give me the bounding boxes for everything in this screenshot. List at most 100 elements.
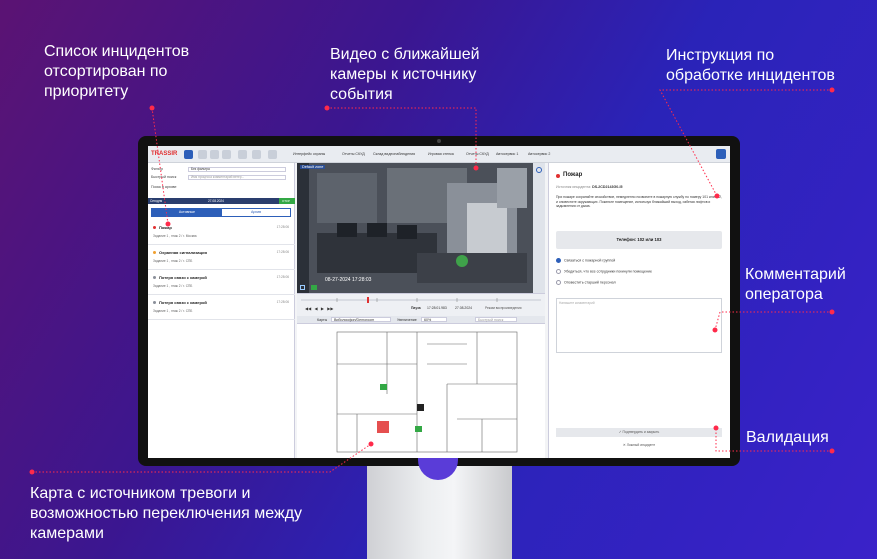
floor-plan-map[interactable] (297, 324, 545, 458)
video-timestamp: 08-27-2024 17:28:03 (325, 277, 372, 283)
tab-4[interactable]: Отчеты СКУД (466, 152, 489, 156)
radio-icon[interactable] (556, 258, 561, 263)
severity-dot (153, 301, 156, 304)
camera-marker-2[interactable] (415, 426, 422, 432)
alarm-source-marker[interactable] (377, 421, 389, 433)
leader-dot-incidents (149, 105, 155, 111)
incident-item-time: 17:28:06 (276, 275, 289, 279)
leader-dot-instructions (829, 87, 835, 93)
callout-incidents-sorted: Список инцидентов отсортирован по приори… (44, 43, 190, 100)
incident-item-time: 17:28:06 (276, 250, 289, 254)
tab-5[interactable]: Автосервис 1 (496, 152, 518, 156)
comment-textarea[interactable]: Напишите комментарий (556, 298, 722, 353)
date-label: Сегодня (150, 199, 163, 203)
toolbar-button-6[interactable] (268, 150, 277, 159)
tab-3[interactable]: Игровая стенка (428, 152, 454, 156)
checklist-item-1[interactable]: Убедиться, что все сотрудники покинули п… (556, 269, 652, 274)
incident-item-title: Охранная сигнализация (159, 250, 207, 255)
incident-severity-dot (556, 174, 560, 178)
tab-0[interactable]: Интерфейс охраны (293, 152, 325, 156)
timeline-mode: Режим воспроизведения (485, 306, 522, 310)
incident-item-location: Задание 1 , этаж 2 / г. СПБ (153, 309, 193, 313)
video-zone-label: Default zone (300, 165, 326, 169)
toolbar-button-2[interactable] (210, 150, 219, 159)
zoom-icon[interactable] (536, 167, 542, 173)
map-toolbar: Карты Вибилиофон/Demoroom Увеличение 60%… (297, 316, 545, 324)
incident-item-location: Задание 1 , этаж 2 / г. СПБ (153, 284, 193, 288)
playback-timeline[interactable]: ◀◀ ◀ ▶ ▶▶ Пауза 17:28:01.983 27.08.2024 … (297, 293, 545, 316)
incident-tabs: Активные Архив (151, 208, 291, 217)
confirm-close-button[interactable]: ✓ Подтвердить и закрыть (556, 428, 722, 437)
checklist-item-0[interactable]: Связаться с пожарной группой (556, 258, 615, 263)
leader-dot-video (324, 105, 330, 111)
checklist-item-2[interactable]: Оповестить старший персонал (556, 280, 616, 285)
callout-video-nearest: Видео с ближайшей камеры к источнику соб… (330, 46, 480, 103)
incident-item-title: Потеря связи с камерой (159, 300, 207, 305)
date-value: 27.08.2024 (208, 199, 224, 203)
camera-marker-3[interactable] (417, 404, 424, 411)
callout-map-source: Карта с источником тревоги и возможность… (30, 485, 303, 542)
toolbar-button-5[interactable] (252, 150, 261, 159)
video-right-toolbar (533, 163, 545, 293)
timeline-ticks (301, 297, 541, 303)
playback-controls[interactable]: ◀◀ ◀ ▶ ▶▶ (305, 306, 333, 311)
leader-dot-comment (829, 309, 835, 315)
toolbar-button-3[interactable] (222, 150, 231, 159)
timeline-date: 27.08.2024 (455, 306, 472, 310)
video-scene (309, 163, 533, 293)
quick-search-label: Быстрый поиск (151, 175, 177, 179)
incident-item-title: Пожар (159, 225, 172, 230)
false-incident-button[interactable]: ✕ Ложный инцидент (556, 441, 722, 450)
quick-search-input[interactable]: Имя процесса комментарий ветер... (188, 175, 286, 180)
incident-item-location: Задание 1 , этаж 2 / г. СПБ (153, 259, 193, 263)
home-button[interactable] (184, 150, 193, 159)
pause-label[interactable]: Пауза (411, 306, 421, 310)
incident-item-time: 17:28:06 (276, 300, 289, 304)
tab-1[interactable]: Отчеты СКУД (342, 152, 365, 156)
date-badge: ОТКР (279, 198, 295, 204)
severity-dot (153, 226, 156, 229)
camera-icon[interactable] (311, 285, 317, 290)
zoom-select[interactable]: 60% (421, 317, 447, 322)
archive-search-toggle[interactable]: Поиск в архиве (151, 185, 177, 189)
severity-dot (153, 276, 156, 279)
incident-list-item[interactable]: Пожар 17:28:06 Задание 1 , этаж 2 / г. Мос… (148, 221, 295, 245)
callout-validation: Валидация (746, 429, 829, 446)
fit-icon[interactable] (300, 285, 305, 290)
video-left-toolbar (297, 163, 309, 293)
fullscreen-button[interactable] (716, 149, 726, 159)
toolbar-button-4[interactable] (238, 150, 247, 159)
toolbar-button-1[interactable] (198, 150, 207, 159)
incident-list-item[interactable]: Потеря связи с камерой 17:28:06 Задание 1 … (148, 271, 295, 295)
date-bar: Сегодня 27.08.2024 ОТКР (148, 198, 295, 204)
radio-icon[interactable] (556, 280, 561, 285)
radio-icon[interactable] (556, 269, 561, 274)
incident-source: Источник инцидента: DS-2CD2143G0-I5 (556, 185, 623, 189)
filter-select[interactable]: Без фильтра (188, 167, 286, 172)
tab-6[interactable]: Автосервис 2 (528, 152, 550, 156)
maps-label: Карты (317, 318, 328, 322)
incident-list-item[interactable]: Потеря связи с камерой 17:28:06 Задание 1 … (148, 296, 295, 320)
floor-plan (336, 331, 518, 453)
zoom-label: Увеличение (397, 318, 417, 322)
camera-video[interactable]: Default zone 08-27-2024 17:28:03 (297, 163, 545, 293)
tab-archive-incidents[interactable]: Архив (222, 209, 290, 216)
app-screen: TRASSIR Интерфейс охраны Отчеты СКУД Скл… (148, 146, 730, 458)
incident-list-item[interactable]: Охранная сигнализация 17:28:06 Задание 1 ,… (148, 246, 295, 270)
top-toolbar: TRASSIR Интерфейс охраны Отчеты СКУД Скл… (148, 146, 730, 163)
incident-instruction: При пожаре сохраняйте спокойствие, немед… (556, 195, 722, 209)
callout-instructions: Инструкция по обработке инцидентов (666, 47, 835, 84)
leader-dot-validation (829, 448, 835, 454)
tab-active-incidents[interactable]: Активные (152, 209, 222, 216)
severity-dot (153, 251, 156, 254)
incident-title: Пожар (563, 172, 583, 178)
map-search-input[interactable]: Быстрый поиск (475, 317, 517, 322)
camera-marker-1[interactable] (380, 384, 387, 390)
trassir-logo: TRASSIR (151, 151, 178, 157)
timeline-time: 17:28:01.983 (427, 306, 447, 310)
webcam-dot (437, 139, 441, 143)
filter-label: Фильтр (151, 167, 164, 171)
map-select[interactable]: Вибилиофон/Demoroom (331, 317, 391, 322)
tab-2[interactable]: Склад видеонаблюдения (373, 152, 415, 156)
incident-item-title: Потеря связи с камерой (159, 275, 207, 280)
